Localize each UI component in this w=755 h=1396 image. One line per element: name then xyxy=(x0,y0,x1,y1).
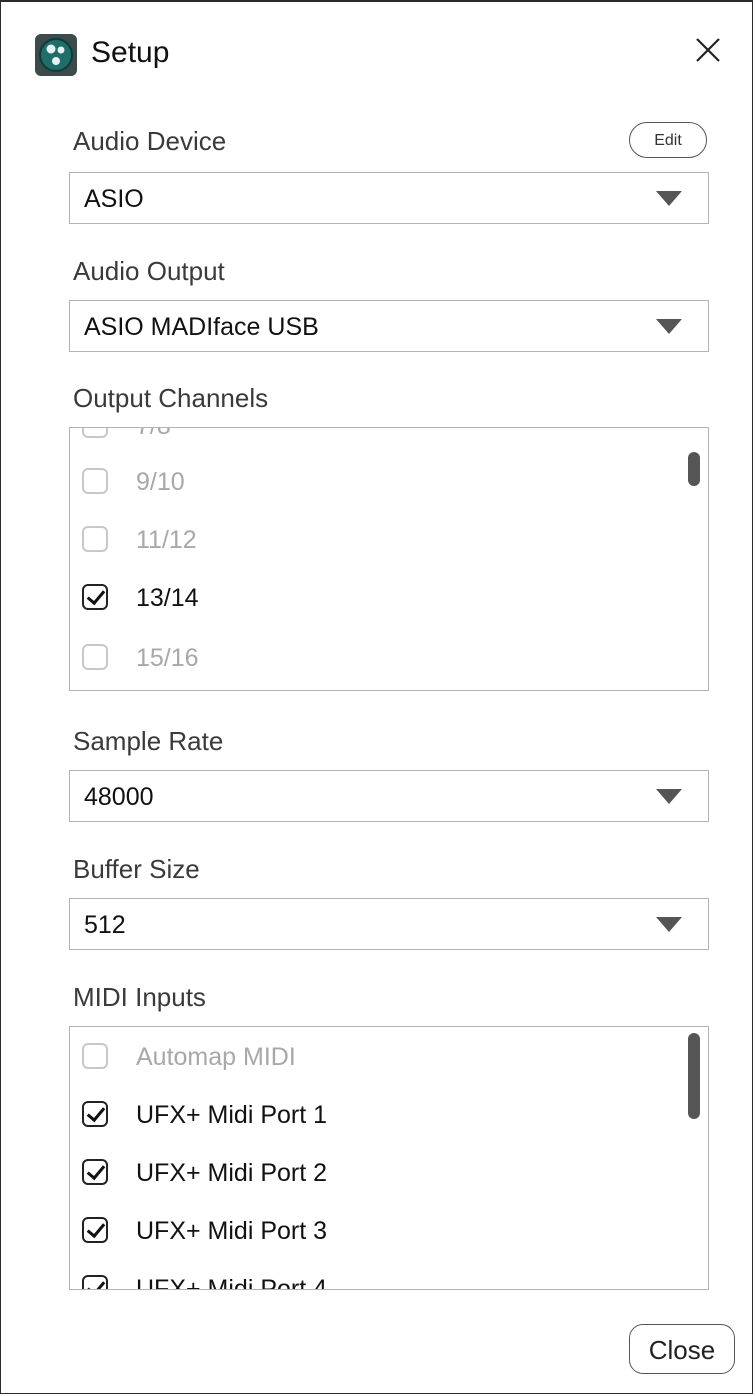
checkbox[interactable] xyxy=(82,428,108,438)
checkbox-checked[interactable] xyxy=(82,584,108,610)
midi-label: UFX+ Midi Port 4 xyxy=(136,1275,328,1290)
list-item-midi[interactable]: UFX+ Midi Port 3 xyxy=(82,1215,642,1255)
checkbox[interactable] xyxy=(82,468,108,494)
dropdown-arrow-icon xyxy=(656,319,682,334)
dropdown-arrow-icon xyxy=(656,917,682,932)
midi-label: Automap MIDI xyxy=(136,1043,296,1071)
list-item-midi[interactable]: UFX+ Midi Port 4 xyxy=(82,1273,642,1290)
scrollbar-thumb[interactable] xyxy=(688,1033,700,1119)
app-logo-icon xyxy=(35,34,77,76)
scrollbar-thumb[interactable] xyxy=(688,452,700,486)
audio-device-select[interactable]: ASIO xyxy=(69,172,709,224)
dropdown-arrow-icon xyxy=(656,789,682,804)
list-item-midi[interactable]: UFX+ Midi Port 1 xyxy=(82,1099,642,1139)
close-button[interactable]: Close xyxy=(629,1324,735,1374)
audio-device-value: ASIO xyxy=(84,185,144,213)
checkbox-checked[interactable] xyxy=(82,1217,108,1243)
window-title: Setup xyxy=(91,36,170,69)
checkbox-checked[interactable] xyxy=(82,1159,108,1185)
sample-rate-select[interactable]: 48000 xyxy=(69,770,709,822)
output-channels-list[interactable]: 7/8 9/10 11/12 13/14 15/16 xyxy=(69,427,709,691)
midi-label: UFX+ Midi Port 1 xyxy=(136,1101,328,1129)
channel-label: 13/14 xyxy=(136,584,199,612)
setup-dialog: Setup Audio Device Edit ASIO Audio Outpu… xyxy=(0,0,753,1394)
audio-device-label: Audio Device xyxy=(73,126,227,156)
checkbox-checked[interactable] xyxy=(82,1101,108,1127)
sample-rate-label: Sample Rate xyxy=(73,726,224,756)
list-item-channel[interactable]: 15/16 xyxy=(82,642,642,682)
buffer-size-value: 512 xyxy=(84,911,126,939)
checkbox[interactable] xyxy=(82,526,108,552)
list-item-channel[interactable]: 9/10 xyxy=(82,466,642,506)
sample-rate-value: 48000 xyxy=(84,783,154,811)
checkbox[interactable] xyxy=(82,644,108,670)
channel-label: 9/10 xyxy=(136,468,185,496)
dropdown-arrow-icon xyxy=(656,191,682,206)
midi-inputs-label: MIDI Inputs xyxy=(73,982,206,1012)
edit-button[interactable]: Edit xyxy=(629,122,707,158)
audio-output-select[interactable]: ASIO MADIface USB xyxy=(69,300,709,352)
checkbox[interactable] xyxy=(82,1043,108,1069)
buffer-size-select[interactable]: 512 xyxy=(69,898,709,950)
midi-label: UFX+ Midi Port 2 xyxy=(136,1159,328,1187)
checkbox-checked[interactable] xyxy=(82,1275,108,1289)
midi-label: UFX+ Midi Port 3 xyxy=(136,1217,328,1245)
buffer-size-label: Buffer Size xyxy=(73,854,200,884)
audio-output-label: Audio Output xyxy=(73,256,225,286)
channel-label: 7/8 xyxy=(136,428,171,441)
close-icon[interactable] xyxy=(688,30,728,70)
list-item-channel[interactable]: 11/12 xyxy=(82,524,642,564)
list-item-midi[interactable]: Automap MIDI xyxy=(82,1041,642,1081)
channel-label: 15/16 xyxy=(136,644,199,672)
list-item-channel[interactable]: 13/14 xyxy=(82,582,642,622)
title-bar: Setup xyxy=(1,2,752,100)
midi-inputs-list[interactable]: Automap MIDI UFX+ Midi Port 1 UFX+ Midi … xyxy=(69,1026,709,1290)
list-item-midi[interactable]: UFX+ Midi Port 2 xyxy=(82,1157,642,1197)
channel-label: 11/12 xyxy=(136,526,197,554)
output-channels-label: Output Channels xyxy=(73,383,269,413)
audio-output-value: ASIO MADIface USB xyxy=(84,313,319,341)
list-item-channel[interactable]: 7/8 xyxy=(82,428,642,450)
